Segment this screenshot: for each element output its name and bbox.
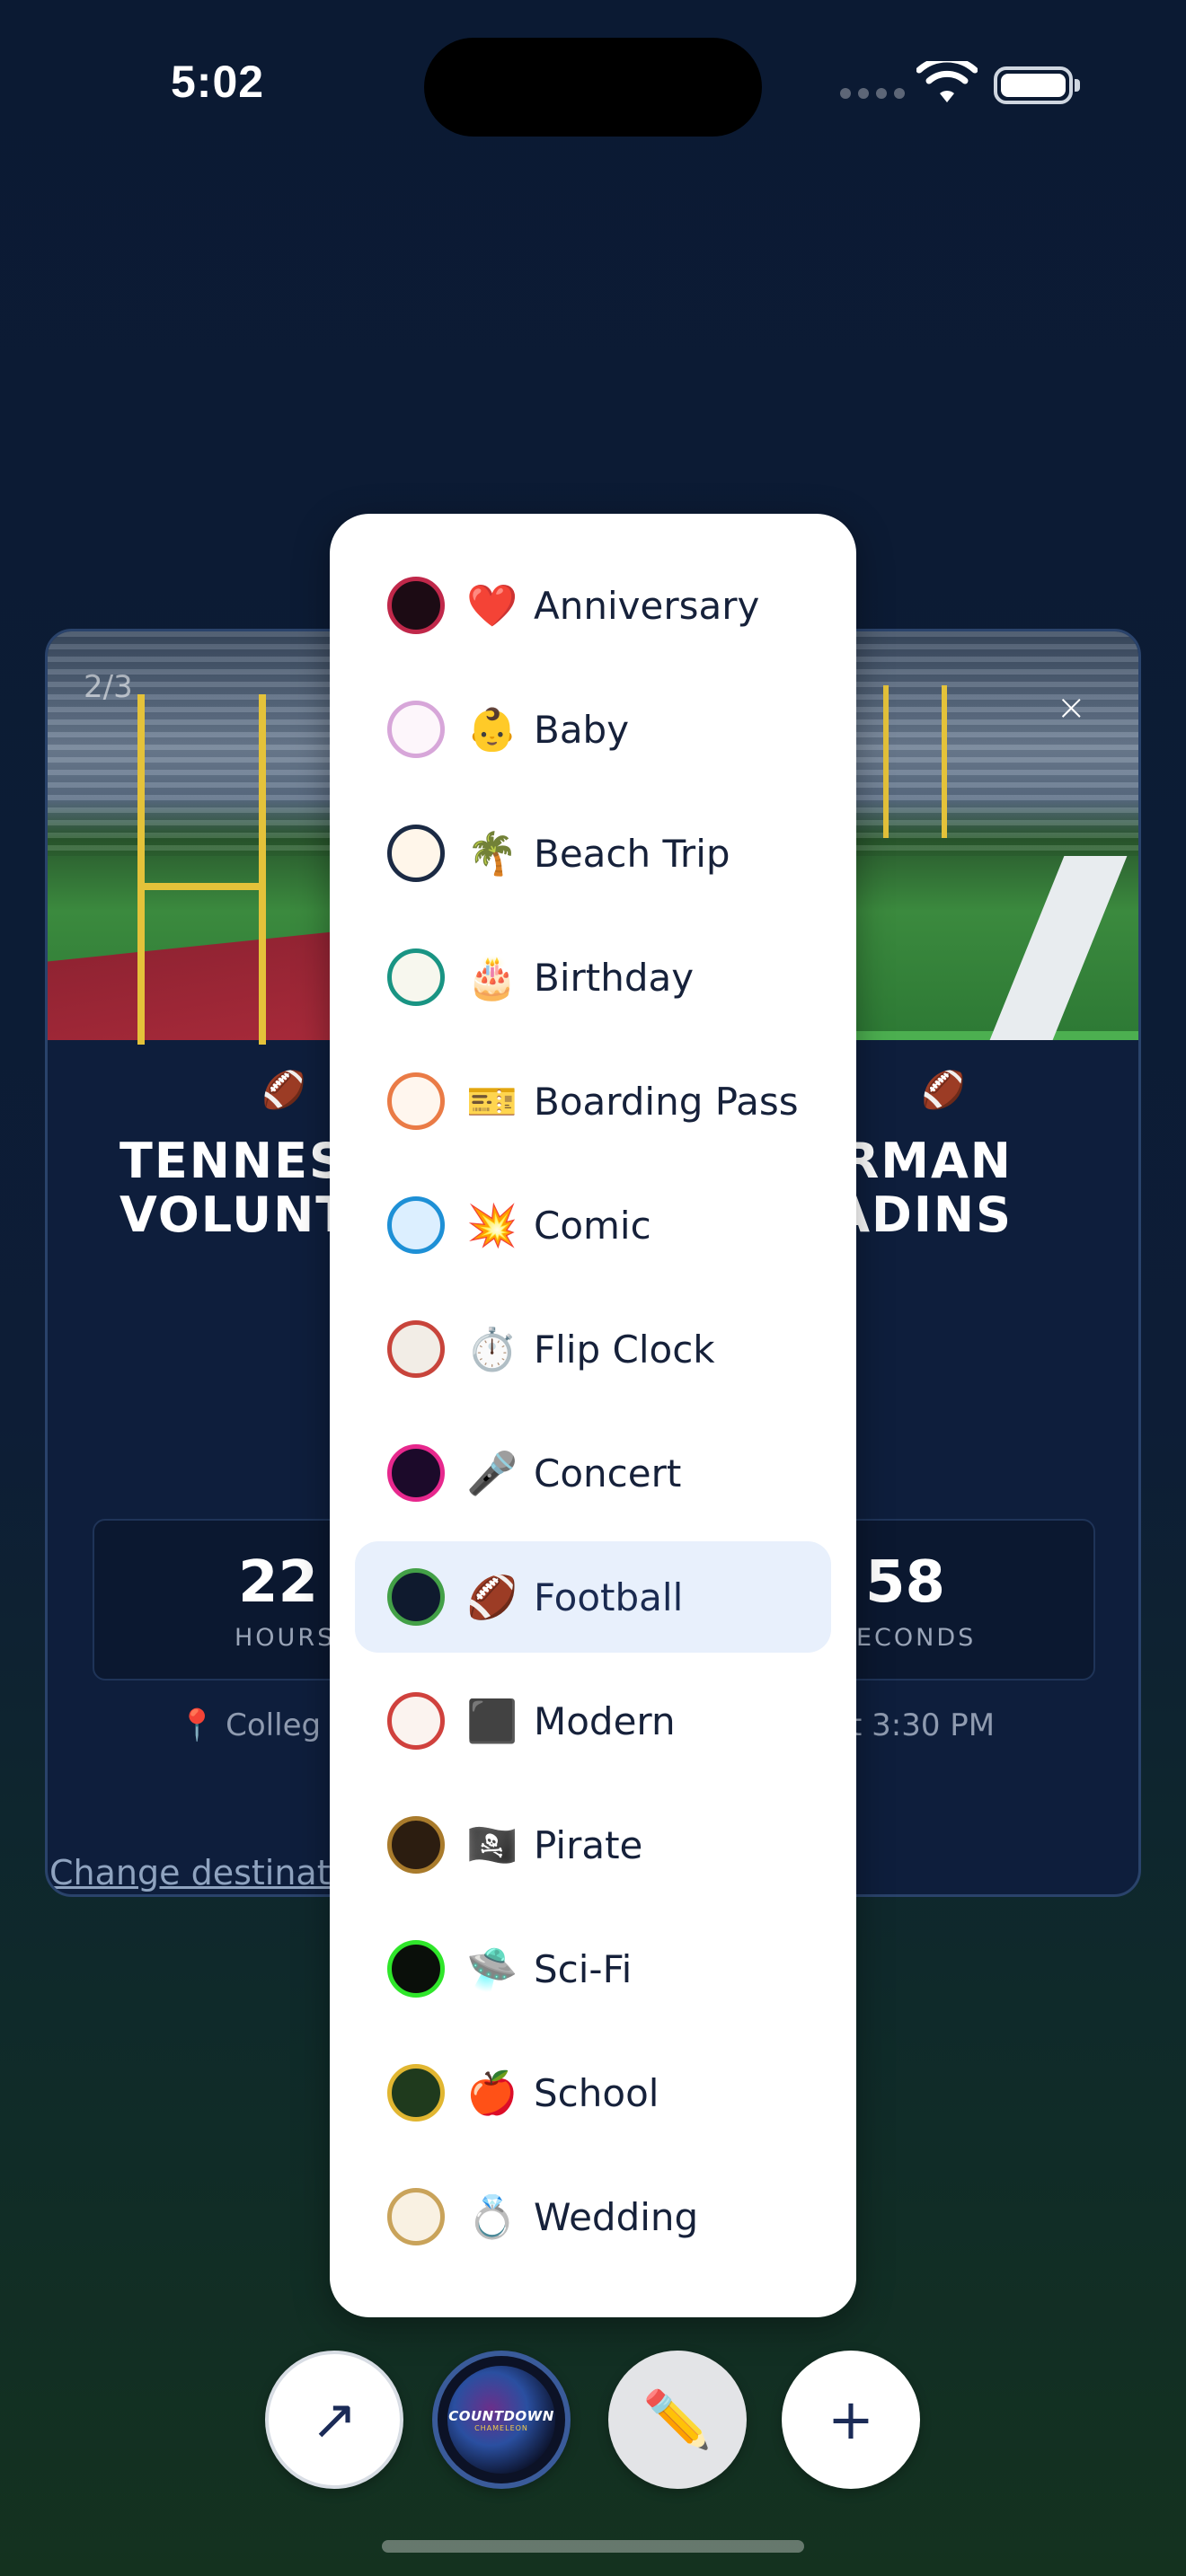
event-time: t 3:30 PM bbox=[850, 1707, 996, 1743]
venue-text: 📍 Colleg bbox=[178, 1707, 322, 1743]
theme-emoji-icon: ❤️ bbox=[466, 581, 518, 630]
theme-option-sci-fi[interactable]: 🛸 Sci-Fi bbox=[355, 1913, 831, 2025]
dynamic-island bbox=[424, 38, 762, 137]
wifi-icon bbox=[916, 61, 978, 102]
color-swatch bbox=[387, 1692, 445, 1750]
theme-option-boarding-pass[interactable]: 🎫 Boarding Pass bbox=[355, 1045, 831, 1157]
theme-option-modern[interactable]: ⬛ Modern bbox=[355, 1665, 831, 1777]
theme-option-baby[interactable]: 👶 Baby bbox=[355, 674, 831, 785]
color-swatch bbox=[387, 1072, 445, 1130]
color-swatch bbox=[387, 1940, 445, 1998]
theme-emoji-icon: 💍 bbox=[466, 2192, 518, 2241]
theme-option-beach-trip[interactable]: 🌴 Beach Trip bbox=[355, 798, 831, 909]
theme-option-label: Comic bbox=[534, 1203, 651, 1248]
battery-icon bbox=[994, 66, 1080, 104]
theme-emoji-icon: 🎫 bbox=[466, 1077, 518, 1125]
theme-option-birthday[interactable]: 🎂 Birthday bbox=[355, 922, 831, 1033]
theme-option-label: Wedding bbox=[534, 2194, 699, 2239]
theme-option-label: School bbox=[534, 2070, 659, 2115]
theme-emoji-icon: 👶 bbox=[466, 705, 518, 754]
team-left-line2: VOLUNT bbox=[119, 1187, 351, 1243]
add-button[interactable]: + bbox=[782, 2351, 920, 2489]
theme-emoji-icon: ⬛ bbox=[466, 1697, 518, 1745]
theme-emoji-icon: 🌴 bbox=[466, 829, 518, 878]
change-destination-link[interactable]: Change destinat bbox=[49, 1853, 331, 1892]
theme-option-label: Beach Trip bbox=[534, 831, 730, 876]
theme-option-label: Football bbox=[534, 1575, 684, 1619]
seconds-value: 58 bbox=[865, 1549, 946, 1616]
share-button[interactable]: ↗ bbox=[265, 2351, 403, 2489]
logo-subtext: CHAMELEON bbox=[474, 2423, 528, 2432]
color-swatch bbox=[387, 701, 445, 758]
theme-option-school[interactable]: 🍎 School bbox=[355, 2037, 831, 2148]
theme-emoji-icon: 🏈 bbox=[466, 1573, 518, 1621]
theme-option-flip-clock[interactable]: ⏱️ Flip Clock bbox=[355, 1293, 831, 1405]
cellular-signal-icon bbox=[840, 88, 905, 99]
team-left-line1: TENNES bbox=[119, 1133, 346, 1189]
theme-option-comic[interactable]: 💥 Comic bbox=[355, 1169, 831, 1281]
seconds-label: ECONDS bbox=[856, 1624, 977, 1652]
theme-option-label: Birthday bbox=[534, 955, 695, 1000]
theme-emoji-icon: 🛸 bbox=[466, 1945, 518, 1993]
arrow-up-right-icon: ↗ bbox=[311, 2386, 358, 2452]
app-logo-button[interactable]: COUNTDOWN CHAMELEON bbox=[432, 2351, 571, 2489]
color-swatch bbox=[387, 825, 445, 882]
theme-emoji-icon: 🍎 bbox=[466, 2069, 518, 2117]
color-swatch bbox=[387, 577, 445, 634]
theme-option-concert[interactable]: 🎤 Concert bbox=[355, 1417, 831, 1529]
hours-label: HOURS bbox=[235, 1624, 336, 1652]
team-right-line1: RMAN bbox=[841, 1133, 1013, 1189]
color-swatch bbox=[387, 1444, 445, 1502]
theme-emoji-icon: ⏱️ bbox=[466, 1325, 518, 1373]
theme-emoji-icon: 🎂 bbox=[466, 953, 518, 1001]
page-indicator: 2/3 bbox=[84, 669, 133, 705]
color-swatch bbox=[387, 1568, 445, 1626]
theme-option-label: Boarding Pass bbox=[534, 1079, 799, 1124]
theme-option-football[interactable]: 🏈 Football bbox=[355, 1541, 831, 1653]
color-swatch bbox=[387, 2064, 445, 2122]
theme-emoji-icon: 💥 bbox=[466, 1201, 518, 1249]
color-swatch bbox=[387, 2188, 445, 2245]
team-right-line2: ADINS bbox=[832, 1187, 1013, 1243]
theme-option-label: Sci-Fi bbox=[534, 1946, 633, 1991]
chameleon-logo-icon: COUNTDOWN CHAMELEON bbox=[447, 2366, 555, 2474]
theme-emoji-icon: 🏴‍☠️ bbox=[466, 1821, 518, 1869]
home-indicator[interactable] bbox=[382, 2540, 804, 2553]
theme-option-label: Anniversary bbox=[534, 583, 760, 628]
hours-value: 22 bbox=[238, 1549, 319, 1616]
edit-button[interactable]: ✏️ bbox=[608, 2351, 747, 2489]
theme-menu: ❤️ Anniversary 👶 Baby 🌴 Beach Trip 🎂 Birthday 🎫 B… bbox=[330, 514, 856, 2317]
theme-option-anniversary[interactable]: ❤️ Anniversary bbox=[355, 550, 831, 661]
color-swatch bbox=[387, 1816, 445, 1874]
plus-icon: + bbox=[828, 2386, 874, 2452]
theme-option-wedding[interactable]: 💍 Wedding bbox=[355, 2161, 831, 2272]
color-swatch bbox=[387, 1196, 445, 1254]
theme-option-label: Flip Clock bbox=[534, 1327, 715, 1372]
theme-emoji-icon: 🎤 bbox=[466, 1449, 518, 1497]
close-icon[interactable]: × bbox=[1056, 687, 1086, 728]
logo-text: COUNTDOWN bbox=[448, 2407, 554, 2424]
pencil-icon: ✏️ bbox=[642, 2386, 712, 2452]
theme-option-label: Pirate bbox=[534, 1822, 643, 1867]
football-icon: 🏈 bbox=[921, 1070, 966, 1111]
theme-option-label: Concert bbox=[534, 1451, 682, 1495]
color-swatch bbox=[387, 948, 445, 1006]
football-icon: 🏈 bbox=[261, 1070, 306, 1111]
theme-option-label: Modern bbox=[534, 1698, 676, 1743]
theme-option-pirate[interactable]: 🏴‍☠️ Pirate bbox=[355, 1789, 831, 1901]
color-swatch bbox=[387, 1320, 445, 1378]
theme-option-label: Baby bbox=[534, 707, 630, 752]
status-time: 5:02 bbox=[171, 57, 265, 107]
